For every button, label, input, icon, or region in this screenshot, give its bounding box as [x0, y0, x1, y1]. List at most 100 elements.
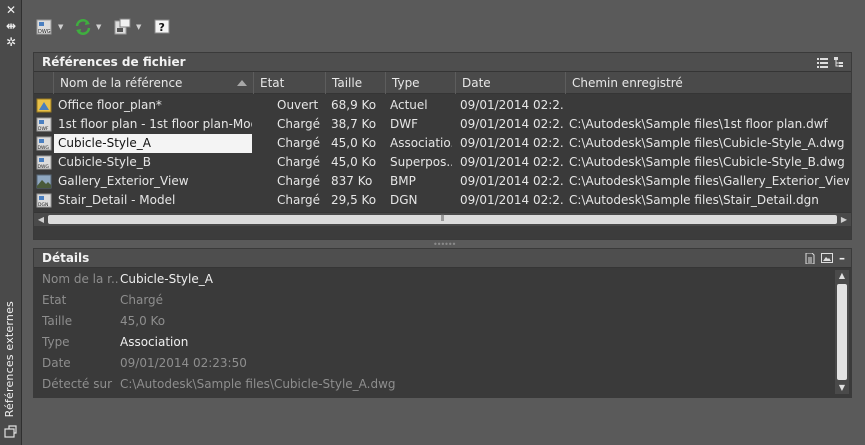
list-view-icon[interactable] [817, 57, 828, 68]
reference-size: 45,0 Ko [331, 136, 377, 150]
horizontal-scrollbar[interactable]: ◀ ⦀ ▶ [34, 212, 851, 226]
reference-path: C:\Autodesk\Sample files\Stair_Detail.dg… [569, 193, 819, 207]
column-icon-spacer [34, 72, 54, 94]
references-list: Office floor_plan* Ouvert 68,9 Ko Actuel… [34, 94, 851, 212]
detail-value: C:\Autodesk\Sample files\Cubicle-Style_A… [120, 377, 396, 391]
reference-type: DGN [390, 193, 418, 207]
detail-row-date: Date 09/01/2014 02:23:50 [34, 353, 834, 374]
sort-ascending-icon [237, 80, 247, 86]
dwg-icon: DWG [36, 136, 52, 151]
detail-row-name: Nom de la r... Cubicle-Style_A [34, 269, 834, 290]
column-state[interactable]: Etat [254, 72, 326, 94]
reference-name: Cubicle-Style_B [58, 155, 151, 169]
dwf-icon: DWF [36, 117, 52, 132]
reference-path: C:\Autodesk\Sample files\Cubicle-Style_B… [569, 155, 845, 169]
details-title: Détails [42, 251, 90, 265]
drawing-icon [36, 98, 52, 113]
reference-date: 09/01/2014 02:2... [460, 136, 564, 150]
reference-path: C:\Autodesk\Sample files\Gallery_Exterio… [569, 174, 849, 188]
column-saved-path[interactable]: Chemin enregistré [566, 72, 851, 94]
column-size[interactable]: Taille [326, 72, 386, 94]
palette-title: Références externes [3, 300, 16, 417]
reference-date: 09/01/2014 02:2... [460, 117, 564, 131]
reference-row[interactable]: DGN Stair_Detail - Model Chargé 29,5 Ko … [34, 191, 851, 210]
reference-date: 09/01/2014 02:2... [460, 174, 564, 188]
detail-row-state: Etat Chargé [34, 290, 834, 311]
reference-row[interactable]: DWG Cubicle-Style_B Chargé 45,0 Ko Super… [34, 153, 851, 172]
refresh-dropdown-arrow[interactable]: ▼ [96, 23, 101, 31]
reference-state: Chargé [277, 155, 321, 169]
vertical-scroll-thumb[interactable] [837, 284, 847, 380]
autohide-icon[interactable]: ⇹ [0, 18, 22, 34]
reference-name: Gallery_Exterior_View [58, 174, 189, 188]
detail-value[interactable]: Association [120, 332, 188, 353]
detail-label: Taille [42, 314, 73, 328]
reference-row-selected[interactable]: DWG Cubicle-Style_A Chargé 45,0 Ko Assoc… [34, 134, 851, 153]
attach-dwg-button[interactable]: DWG ▼ [36, 16, 63, 38]
image-icon [36, 174, 52, 189]
reference-name: 1st floor plan - 1st floor plan-Model [58, 117, 252, 131]
panel-splitter[interactable]: •••••• [33, 240, 852, 249]
reference-type: Associatio... [390, 136, 452, 150]
reference-date: 09/01/2014 02:2... [460, 193, 564, 207]
column-name[interactable]: Nom de la référence [54, 72, 254, 94]
reference-name: Cubicle-Style_A [54, 134, 252, 153]
details-header[interactable]: Détails – [34, 249, 851, 268]
reference-row[interactable]: Office floor_plan* Ouvert 68,9 Ko Actuel… [34, 96, 851, 115]
reference-size: 68,9 Ko [331, 98, 377, 112]
reference-type: Superpos... [390, 155, 452, 169]
detail-label: Date [42, 356, 71, 370]
reference-size: 29,5 Ko [331, 193, 377, 207]
reference-path: C:\Autodesk\Sample files\1st floor plan.… [569, 117, 828, 131]
reference-state: Chargé [277, 193, 321, 207]
svg-text:DWF: DWF [38, 126, 49, 132]
reference-path: C:\Autodesk\Sample files\Cubicle-Style_A… [569, 136, 845, 150]
detail-row-type: Type Association [34, 332, 834, 353]
reference-size: 837 Ko [331, 174, 373, 188]
detail-value[interactable]: Cubicle-Style_A [120, 269, 213, 290]
attach-dropdown-arrow[interactable]: ▼ [58, 23, 63, 31]
details-view-icon[interactable] [805, 252, 815, 264]
properties-icon[interactable]: ✲ [0, 34, 22, 50]
detail-value: Chargé [120, 293, 164, 307]
reference-path [569, 96, 849, 115]
reference-state: Chargé [277, 117, 321, 131]
scroll-down-icon[interactable]: ▼ [835, 382, 849, 394]
reference-size: 38,7 Ko [331, 117, 377, 131]
dwg-icon: DWG [36, 155, 52, 170]
xref-toolbar: DWG ▼ ▼ ▼ ? [22, 12, 865, 40]
column-date[interactable]: Date [456, 72, 566, 94]
detail-value: 45,0 Ko [120, 314, 166, 328]
horizontal-scroll-thumb[interactable]: ⦀ [48, 215, 837, 224]
reference-row[interactable]: DWF 1st floor plan - 1st floor plan-Mode… [34, 115, 851, 134]
scroll-up-icon[interactable]: ▲ [835, 270, 849, 282]
vertical-scrollbar[interactable]: ▲ ▼ [835, 270, 849, 394]
reference-type: BMP [390, 174, 416, 188]
collapse-icon[interactable]: – [839, 250, 845, 266]
help-button[interactable]: ? [154, 16, 170, 38]
detail-label: Etat [42, 293, 67, 307]
file-references-header[interactable]: Références de fichier [34, 53, 851, 72]
reference-name: Stair_Detail - Model [58, 193, 176, 207]
reference-row[interactable]: Gallery_Exterior_View Chargé 837 Ko BMP … [34, 172, 851, 191]
column-type[interactable]: Type [386, 72, 456, 94]
reference-state: Chargé [277, 136, 321, 150]
detail-value: 09/01/2014 02:23:50 [120, 356, 247, 370]
scroll-right-icon[interactable]: ▶ [837, 213, 851, 227]
scroll-left-icon[interactable]: ◀ [34, 213, 48, 227]
reference-date: 09/01/2014 02:2... [460, 98, 564, 112]
change-path-button[interactable]: ▼ [114, 16, 141, 38]
file-references-title: Références de fichier [42, 55, 186, 69]
tree-view-icon[interactable] [834, 56, 845, 68]
reference-date: 09/01/2014 02:2... [460, 155, 564, 169]
preview-icon[interactable] [821, 253, 833, 263]
close-icon[interactable]: ✕ [0, 2, 22, 18]
dgn-icon: DGN [36, 193, 52, 208]
help-icon: ? [154, 19, 170, 34]
xref-palette-icon [4, 425, 17, 438]
palette-titlebar: ✕ ⇹ ✲ Références externes [0, 0, 22, 445]
detail-label: Détecté sur [42, 377, 113, 391]
svg-text:DGN: DGN [38, 202, 48, 208]
change-path-dropdown-arrow[interactable]: ▼ [136, 23, 141, 31]
refresh-button[interactable]: ▼ [74, 16, 101, 38]
